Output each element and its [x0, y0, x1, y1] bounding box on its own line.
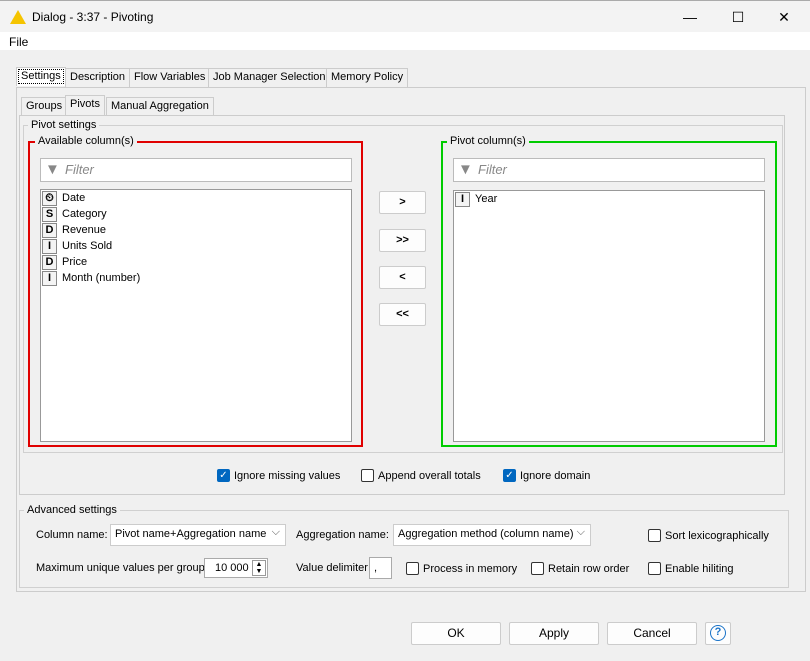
close-button[interactable]: ✕: [764, 5, 804, 29]
column-type-icon: I: [42, 270, 57, 286]
delimiter-input[interactable]: ,: [369, 557, 392, 579]
advanced-settings-group: [19, 510, 789, 588]
checkmark-icon: ✓: [217, 469, 230, 482]
column-type-icon: I: [455, 191, 470, 207]
column-type-icon: D: [42, 222, 57, 238]
column-name: Category: [62, 208, 107, 220]
pivot-columns-list[interactable]: I Year: [453, 190, 765, 442]
spinner-arrows-icon[interactable]: ▲ ▼: [252, 560, 266, 576]
ignore-domain-checkbox[interactable]: ✓ Ignore domain: [503, 469, 590, 482]
ignore-missing-checkbox[interactable]: ✓ Ignore missing values: [217, 469, 340, 482]
apply-button[interactable]: Apply: [509, 622, 599, 645]
append-totals-label: Append overall totals: [378, 469, 481, 482]
tab-description[interactable]: Description: [65, 68, 131, 87]
tab-job-manager[interactable]: Job Manager Selection: [208, 68, 331, 87]
title-bar: Dialog - 3:37 - Pivoting — ☐ ✕: [0, 0, 810, 32]
sort-lex-checkbox[interactable]: Sort lexicographically: [648, 529, 769, 542]
delimiter-label: Value delimiter: [296, 562, 368, 574]
tab-settings[interactable]: Settings: [16, 67, 66, 86]
column-list-item[interactable]: I Units Sold: [41, 238, 351, 254]
column-list-item[interactable]: I Month (number): [41, 270, 351, 286]
maximize-button[interactable]: ☐: [718, 5, 758, 29]
column-list-item[interactable]: S Category: [41, 206, 351, 222]
column-name: Price: [62, 256, 88, 268]
tab-flow-variables[interactable]: Flow Variables: [129, 68, 211, 87]
column-type-icon: ⏲: [42, 190, 57, 206]
remove-button[interactable]: <: [379, 266, 426, 289]
window-title: Dialog - 3:37 - Pivoting: [32, 10, 154, 24]
filter-icon: ▼: [458, 161, 473, 178]
enable-hiliting-label: Enable hiliting: [665, 562, 734, 575]
column-list-item[interactable]: ⏲ Date: [41, 190, 351, 206]
add-button[interactable]: >: [379, 191, 426, 214]
process-memory-label: Process in memory: [423, 562, 518, 575]
column-list-item[interactable]: D Revenue: [41, 222, 351, 238]
aggregation-name-select[interactable]: Aggregation method (column name): [393, 524, 591, 546]
pivot-columns-legend: Pivot column(s): [447, 135, 529, 147]
column-name: Revenue: [62, 224, 107, 236]
column-type-icon: I: [42, 238, 57, 254]
available-columns-list[interactable]: ⏲ Date S Category D Revenue I Units Sold D Price I…: [40, 189, 352, 442]
tab-memory-policy[interactable]: Memory Policy: [326, 68, 409, 87]
subtab-groups[interactable]: Groups: [21, 97, 68, 116]
column-name: Units Sold: [62, 240, 113, 252]
aggregation-name-label: Aggregation name:: [296, 529, 389, 541]
ok-button[interactable]: OK: [411, 622, 501, 645]
cancel-button[interactable]: Cancel: [607, 622, 697, 645]
process-memory-checkbox[interactable]: Process in memory: [406, 562, 517, 575]
column-name-label: Column name:: [36, 529, 108, 541]
available-columns-legend: Available column(s): [35, 135, 137, 147]
add-all-button[interactable]: >>: [379, 229, 426, 252]
column-name: Date: [62, 192, 86, 204]
advanced-settings-legend: Advanced settings: [24, 504, 120, 516]
remove-all-button[interactable]: <<: [379, 303, 426, 326]
subtab-pivots[interactable]: Pivots: [65, 95, 105, 116]
pivot-filter-input[interactable]: Filter: [453, 158, 765, 182]
filter-icon: ▼: [45, 161, 60, 178]
max-unique-label: Maximum unique values per group: [36, 562, 205, 574]
column-list-item[interactable]: I Year: [454, 191, 764, 207]
subtab-manual-aggregation[interactable]: Manual Aggregation: [106, 97, 214, 116]
pivot-settings-legend: Pivot settings: [28, 119, 100, 131]
enable-hiliting-checkbox[interactable]: Enable hiliting: [648, 562, 734, 575]
menu-file[interactable]: File: [9, 35, 28, 49]
column-name: Month (number): [62, 272, 141, 284]
retain-order-label: Retain row order: [548, 562, 630, 575]
column-type-icon: D: [42, 254, 57, 270]
column-list-item[interactable]: D Price: [41, 254, 351, 270]
menu-bar: File: [0, 32, 810, 50]
minimize-button[interactable]: —: [670, 5, 710, 29]
max-unique-value: 10 000: [215, 562, 249, 574]
column-type-icon: S: [42, 206, 57, 222]
max-unique-spinner[interactable]: 10 000 ▲ ▼: [204, 558, 268, 578]
ignore-domain-label: Ignore domain: [520, 469, 591, 482]
column-name-select[interactable]: Pivot name+Aggregation name: [110, 524, 286, 546]
knime-logo-icon: [10, 10, 26, 24]
ignore-missing-label: Ignore missing values: [234, 469, 341, 482]
append-totals-checkbox[interactable]: Append overall totals: [361, 469, 481, 482]
available-filter-input[interactable]: Filter: [40, 158, 352, 182]
help-button[interactable]: ?: [705, 622, 731, 645]
sort-lex-label: Sort lexicographically: [665, 529, 769, 542]
retain-order-checkbox[interactable]: Retain row order: [531, 562, 629, 575]
checkmark-icon: ✓: [503, 469, 516, 482]
help-icon: ?: [710, 625, 726, 641]
column-name: Year: [475, 193, 498, 205]
